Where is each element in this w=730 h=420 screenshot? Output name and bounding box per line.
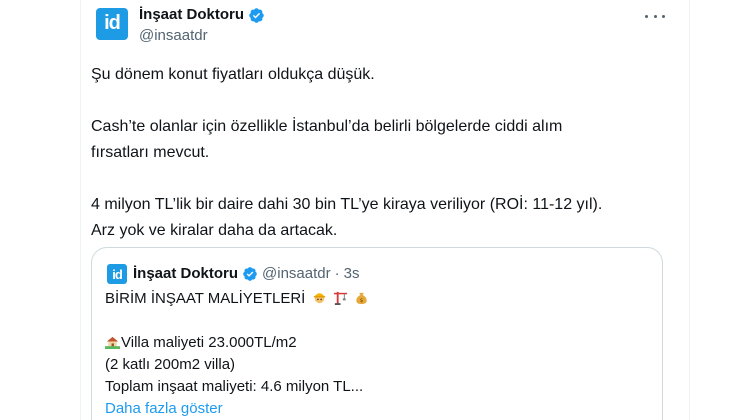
tweet-line: Şu dönem konut fiyatları oldukça düşük. [91, 66, 375, 83]
quoted-line: (2 katlı 200m2 villa) [105, 356, 236, 373]
show-more-link[interactable]: Daha fazla göster [105, 398, 645, 420]
author-display-name[interactable]: İnşaat Doktoru [139, 6, 244, 24]
verified-badge-icon[interactable] [248, 7, 265, 24]
tweet-line: fırsatları mevcut. [91, 144, 210, 161]
tweet-author: İnşaat Doktoru @insaatdr [139, 6, 265, 45]
more-dot-icon [645, 14, 648, 18]
avatar-logo-text: id [104, 11, 121, 34]
more-dot-icon [653, 14, 657, 18]
money-bag-icon: $ [356, 292, 367, 305]
more-dot-icon [662, 14, 665, 18]
separator-dot: · [334, 265, 340, 282]
quoted-display-name[interactable]: İnşaat Doktoru [133, 264, 238, 284]
quoted-line: Villa maliyeti 23.000TL/m2 [121, 334, 297, 351]
tweet-line: Arz yok ve kiralar daha da artacak. [91, 222, 338, 239]
tweet-line: Cash’te olanlar için özellikle İstanbul’… [91, 118, 563, 135]
tweet-line: 4 milyon TL’lik bir daire dahi 30 bin TL… [91, 196, 603, 213]
quoted-timestamp[interactable]: 3s [344, 264, 360, 284]
quoted-tweet-card[interactable]: id İnşaat Doktoru @insaatdr · 3s BİRİM İ… [91, 247, 663, 420]
quoted-avatar-logo-text: id [112, 266, 123, 282]
quoted-title-line: BİRİM İNŞAAT MALİYETLERİ $ [105, 288, 645, 310]
quoted-line [105, 310, 645, 332]
quoted-tweet-header: İnşaat Doktoru @insaatdr · 3s [133, 264, 359, 284]
quoted-tweet-text: BİRİM İNŞAAT MALİYETLERİ $ Villa maliyet… [105, 288, 645, 420]
avatar[interactable]: id [96, 8, 128, 40]
verified-badge-icon [243, 267, 257, 281]
quoted-avatar[interactable]: id [107, 264, 127, 284]
crane-icon [333, 291, 347, 305]
house-with-garden-icon [105, 336, 120, 349]
quoted-handle[interactable]: @insaatdr [262, 264, 331, 284]
author-handle[interactable]: @insaatdr [139, 27, 265, 45]
quoted-villa-line: Villa maliyeti 23.000TL/m2 [105, 332, 645, 354]
more-options-button[interactable] [645, 8, 665, 24]
quoted-title: BİRİM İNŞAAT MALİYETLERİ [105, 290, 306, 307]
quoted-line: Toplam inşaat maliyeti: 4.6 milyon TL... [105, 378, 364, 395]
construction-worker-icon [313, 293, 325, 304]
svg-text:$: $ [360, 298, 364, 304]
tweet-text: Şu dönem konut fiyatları oldukça düşük. … [91, 62, 671, 244]
